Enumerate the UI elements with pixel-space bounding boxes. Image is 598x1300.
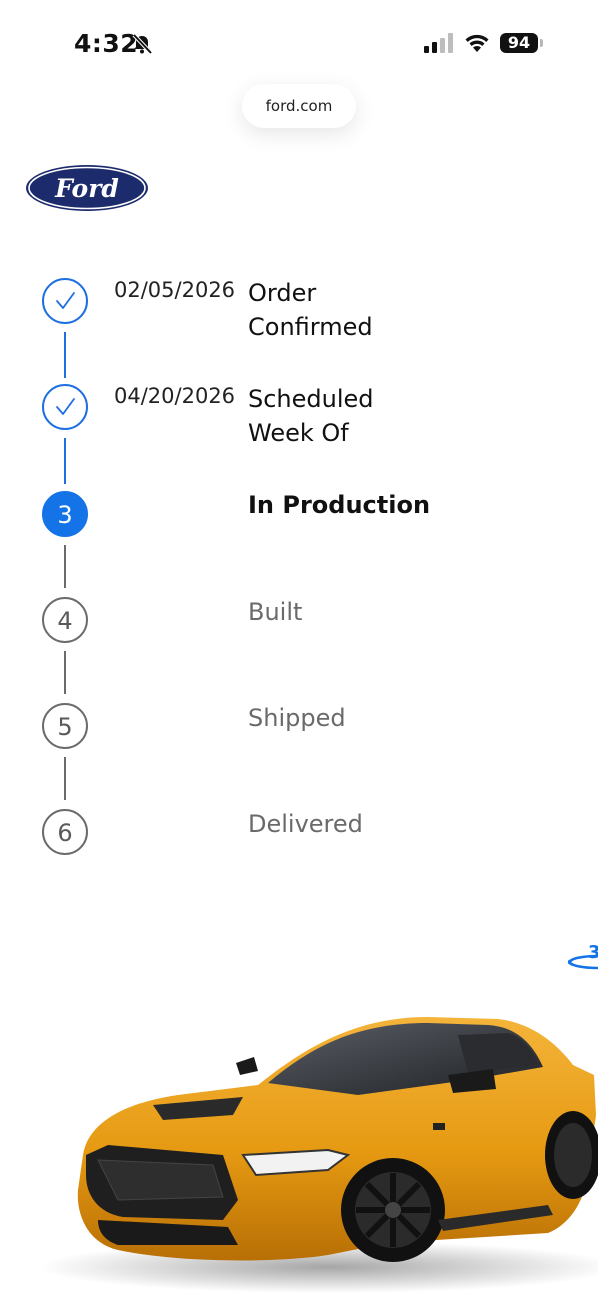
step-3-number: 3 [42,491,88,537]
url-bar[interactable]: ford.com [242,84,356,128]
status-time: 4:32 [74,29,139,58]
timeline-connector [64,651,66,694]
bell-slash-icon [132,33,153,55]
order-tracker-page: 4:32 94 ford.com Ford 02/05/2026 Order C… [0,0,598,1300]
step-5-number: 5 [42,703,88,749]
ford-logo[interactable]: Ford [25,164,149,212]
step-2-check-icon [42,384,88,430]
wifi-icon [465,34,489,52]
rotate-360-label: 3 [588,942,598,963]
cellular-signal-icon [424,33,453,53]
step-2-label-line2: Week Of [248,419,349,447]
step-1-check-icon [42,278,88,324]
timeline-connector [64,545,66,588]
step-1-date: 02/05/2026 [114,278,236,302]
timeline-connector [64,438,66,484]
timeline-connector [64,757,66,800]
step-2-date: 04/20/2026 [114,384,236,408]
step-6-number: 6 [42,809,88,855]
step-1-label-line2: Confirmed [248,313,373,341]
step-1-label-line1: Order [248,279,317,307]
svg-text:Ford: Ford [54,174,119,203]
step-2-label-line1: Scheduled [248,385,374,413]
step-1-label: Order Confirmed [248,276,548,344]
step-5-label: Shipped [248,704,346,732]
battery-tip [540,39,543,47]
step-2-label: Scheduled Week Of [248,382,548,450]
step-3-label: In Production [248,491,431,519]
step-4-number: 4 [42,597,88,643]
timeline-connector [64,332,66,378]
vehicle-image [38,1017,598,1293]
step-4-label: Built [248,598,303,626]
rotate-360-icon[interactable]: 3 [568,940,598,974]
step-6-label: Delivered [248,810,363,838]
battery-indicator: 94 [500,33,538,53]
status-bar: 4:32 94 [0,0,598,88]
